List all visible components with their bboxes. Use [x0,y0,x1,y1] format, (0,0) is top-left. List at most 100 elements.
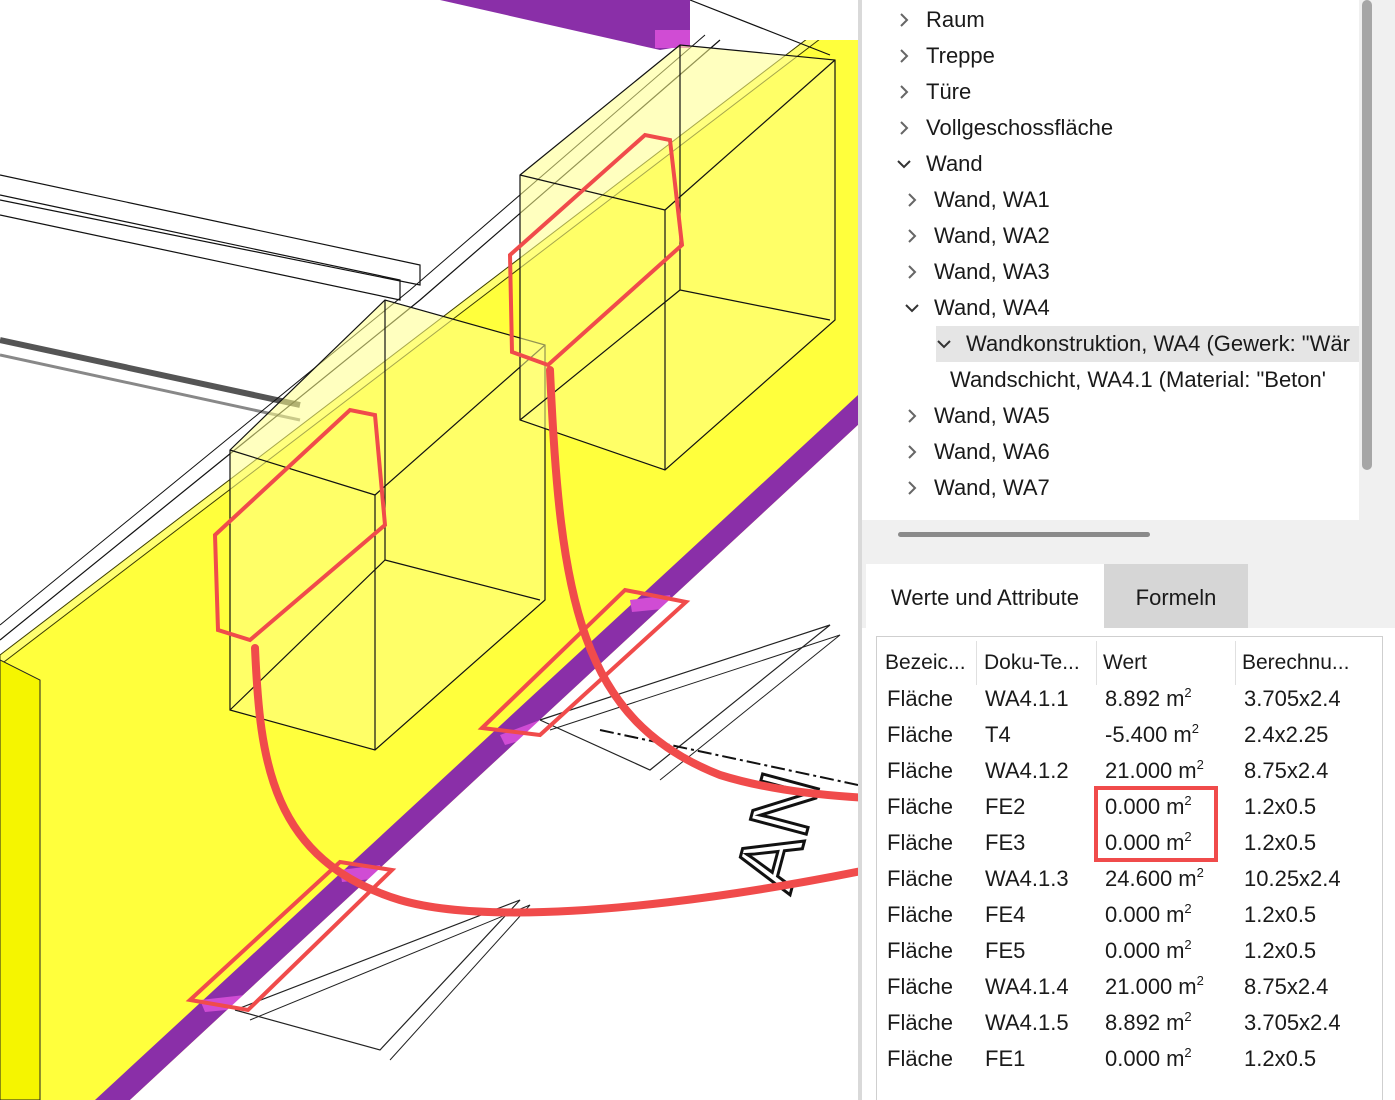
chevron-right-icon[interactable] [896,110,918,146]
chevron-right-icon[interactable] [904,434,926,470]
chevron-right-icon[interactable] [896,38,918,74]
cell-berechnung[interactable]: 3.705x2.4 [1244,681,1341,717]
cell-wert[interactable]: 8.892 m2 [1105,681,1192,717]
cell-unit: m [1178,866,1197,891]
tree-horizontal-scroll-thumb[interactable] [898,532,1150,537]
chevron-down-icon[interactable] [904,290,926,326]
cell-unit: m [1166,938,1185,963]
chevron-right-icon[interactable] [904,218,926,254]
cell-unit-exponent: 2 [1196,865,1204,880]
cell-doku-text[interactable]: WA4.1.3 [985,861,1069,897]
chevron-down-icon[interactable] [896,146,918,182]
cell-bezeichnung[interactable]: Fläche [887,933,953,969]
chevron-right-icon[interactable] [904,254,926,290]
cell-unit: m [1166,1046,1185,1071]
cell-berechnung[interactable]: 2.4x2.25 [1244,717,1328,753]
cell-bezeichnung[interactable]: Fläche [887,1005,953,1041]
tree-item-wand-wa5[interactable]: Wand, WA5 [862,398,1359,434]
cell-wert[interactable]: 24.600 m2 [1105,861,1204,897]
tree-item-raum[interactable]: Raum [862,2,1359,38]
cell-doku-text[interactable]: FE1 [985,1041,1025,1077]
cell-unit: m [1178,974,1197,999]
model-3d-view[interactable]: AN [0,0,858,1100]
cell-doku-text[interactable]: WA4.1.1 [985,681,1069,717]
cell-bezeichnung[interactable]: Fläche [887,861,953,897]
tree-item-tuere[interactable]: Türe [862,74,1359,110]
chevron-down-icon[interactable] [936,326,958,362]
wall-left-end [0,659,41,1100]
cell-value: 21.000 [1105,974,1173,999]
cell-unit-exponent: 2 [1184,685,1192,700]
cell-doku-text[interactable]: T4 [985,717,1011,753]
cell-unit: m [1178,758,1197,783]
cell-wert[interactable]: 0.000 m2 [1105,1041,1192,1077]
tree-item-wand[interactable]: Wand [862,146,1359,182]
cell-wert[interactable]: 8.892 m2 [1105,1005,1192,1041]
cell-bezeichnung[interactable]: Fläche [887,897,953,933]
tree-item-treppe[interactable]: Treppe [862,38,1359,74]
cell-berechnung[interactable]: 1.2x0.5 [1244,933,1316,969]
tree-item-wand-wa1[interactable]: Wand, WA1 [862,182,1359,218]
cell-bezeichnung[interactable]: Fläche [887,681,953,717]
cell-doku-text[interactable]: WA4.1.4 [985,969,1069,1005]
cell-berechnung[interactable]: 1.2x0.5 [1244,897,1316,933]
tree-vertical-scroll-thumb[interactable] [1362,0,1372,470]
cell-bezeichnung[interactable]: Fläche [887,825,953,861]
tree-item-wand-wa4[interactable]: Wand, WA4 [862,290,1359,326]
tree-item-label: Wand [926,151,983,176]
cell-unit: m [1166,686,1185,711]
cell-value: 24.600 [1105,866,1173,891]
chevron-right-icon[interactable] [904,182,926,218]
cell-doku-text[interactable]: FE5 [985,933,1025,969]
column-header-wert[interactable]: Wert [1103,645,1233,681]
cell-bezeichnung[interactable]: Fläche [887,1041,953,1077]
cell-unit: m [1173,722,1192,747]
chevron-right-icon[interactable] [896,74,918,110]
tree-item-label: Wand, WA3 [934,259,1050,284]
cell-doku-text[interactable]: WA4.1.5 [985,1005,1069,1041]
tree-item-wand-wa6[interactable]: Wand, WA6 [862,434,1359,470]
cell-bezeichnung[interactable]: Fläche [887,753,953,789]
cell-berechnung[interactable]: 8.75x2.4 [1244,753,1328,789]
cell-berechnung[interactable]: 10.25x2.4 [1244,861,1341,897]
column-header-berechnung[interactable]: Berechnu... [1242,645,1372,681]
cell-value: 0.000 [1105,1046,1161,1071]
cell-value: 0.000 [1105,938,1161,963]
cell-berechnung[interactable]: 1.2x0.5 [1244,825,1316,861]
cell-berechnung[interactable]: 8.75x2.4 [1244,969,1328,1005]
tab-formeln[interactable]: Formeln [1104,564,1248,628]
cell-wert[interactable]: -5.400 m2 [1105,717,1199,753]
cell-doku-text[interactable]: FE2 [985,789,1025,825]
cell-wert[interactable]: 0.000 m2 [1105,897,1192,933]
tree-item-wandkonstruktion-wa4[interactable]: Wandkonstruktion, WA4 (Gewerk: "Wär [936,326,1359,362]
tree-item-vollgeschossflaeche[interactable]: Vollgeschossfläche [862,110,1359,146]
tree-item-wand-wa7[interactable]: Wand, WA7 [862,470,1359,506]
cell-berechnung[interactable]: 1.2x0.5 [1244,789,1316,825]
cell-bezeichnung[interactable]: Fläche [887,717,953,753]
cell-wert[interactable]: 21.000 m2 [1105,753,1204,789]
cell-berechnung[interactable]: 3.705x2.4 [1244,1005,1341,1041]
cell-bezeichnung[interactable]: Fläche [887,789,953,825]
cell-bezeichnung[interactable]: Fläche [887,969,953,1005]
cell-value: 8.892 [1105,686,1161,711]
tree-item-label: Wand, WA4 [934,295,1050,320]
tree-item-wandschicht-wa4-1[interactable]: Wandschicht, WA4.1 (Material: "Beton' [862,362,1359,398]
model-viewport[interactable]: AN [0,0,858,1100]
cell-berechnung[interactable]: 1.2x0.5 [1244,1041,1316,1077]
cell-wert[interactable]: 0.000 m2 [1105,933,1192,969]
chevron-right-icon[interactable] [904,470,926,506]
chevron-right-icon[interactable] [896,2,918,38]
cell-doku-text[interactable]: WA4.1.2 [985,753,1069,789]
tree-item-wand-wa2[interactable]: Wand, WA2 [862,218,1359,254]
tab-werte-und-attribute[interactable]: Werte und Attribute [866,564,1104,628]
column-header-doku-text[interactable]: Doku-Te... [984,645,1092,681]
tree-item-wand-wa3[interactable]: Wand, WA3 [862,254,1359,290]
highlight-box [1094,786,1218,862]
formula-table: Bezeic... Doku-Te... Wert Berechnu... Fl… [876,636,1383,1100]
cell-doku-text[interactable]: FE4 [985,897,1025,933]
cell-unit-exponent: 2 [1184,937,1192,952]
column-header-bezeichnung[interactable]: Bezeic... [885,645,973,681]
cell-wert[interactable]: 21.000 m2 [1105,969,1204,1005]
cell-doku-text[interactable]: FE3 [985,825,1025,861]
chevron-right-icon[interactable] [904,398,926,434]
